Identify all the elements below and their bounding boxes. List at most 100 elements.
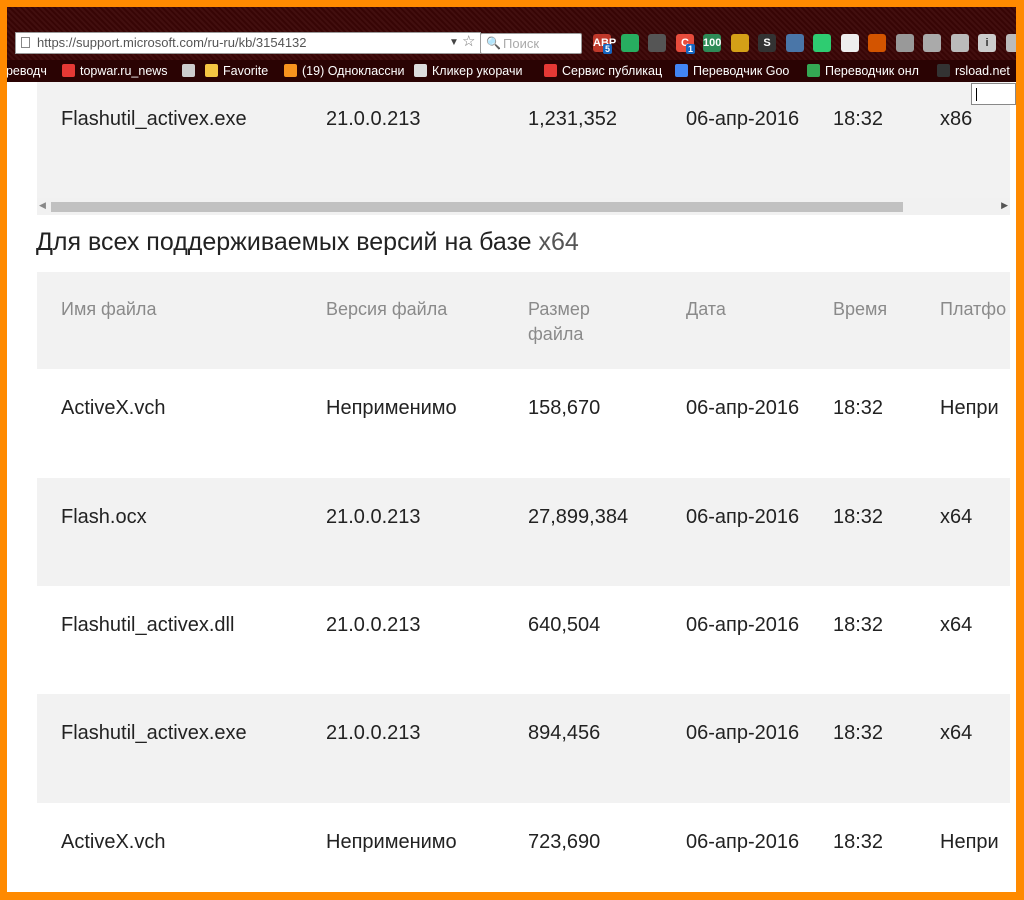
search-placeholder: Поиск [503,36,540,51]
s-extension-icon[interactable]: S [758,34,776,52]
page-content: Flashutil_activex.exe 21.0.0.213 1,231,3… [7,82,1016,892]
cell-version: 21.0.0.213 [326,614,421,636]
cell-platform: x64 [940,506,973,528]
cell-size: 894,456 [528,722,601,744]
folder-icon [205,64,218,77]
table-row: Flash.ocx 21.0.0.213 27,899,384 06-апр-2… [37,478,1010,586]
bookmark-item[interactable]: Favorite [205,60,281,82]
menu-extension-icon[interactable] [1006,34,1016,52]
bolt-icon [414,64,427,77]
s-icon [544,64,557,77]
table-row: Flashutil_activex.exe 21.0.0.213 894,456… [37,694,1010,803]
bookmark-item[interactable]: ереводч [7,60,54,82]
bookmark-item[interactable]: Переводчик онл [807,60,935,82]
section-title-text: Для всех поддерживаемых версий на базе [36,228,532,256]
cell-size: 158,670 [528,397,601,419]
bookmark-star-icon[interactable]: ☆ [462,32,475,52]
g-extension-icon[interactable] [923,34,941,52]
cell-file: Flash.ocx [61,506,147,528]
bookmark-label: topwar.ru_news [80,64,168,78]
bookmark-item[interactable] [182,60,202,82]
bookmark-item[interactable]: rsload.net [937,60,1016,82]
table-row: ActiveX.vch Неприменимо 723,690 06-апр-2… [37,803,1010,892]
info-extension-icon[interactable]: i [978,34,996,52]
horizontal-scrollbar[interactable]: ◀ ▶ [37,198,1010,215]
bookmark-item[interactable]: (19) Одноклассни [284,60,412,82]
bookmark-label: Переводчик онл [825,64,919,78]
bookmark-label: Кликер укорачи [432,64,523,78]
gear-icon[interactable] [648,34,666,52]
bookmark-item[interactable]: topwar.ru_news [62,60,180,82]
cell-platform: Непри [940,397,999,419]
address-dropdown-icon[interactable]: ▼ [449,33,459,53]
doc-extension-icon[interactable] [951,34,969,52]
cell-time: 18:32 [833,722,884,744]
section-title-arch: x64 [538,228,579,256]
cell-size: 640,504 [528,614,601,636]
cell-platform: Непри [940,831,999,853]
cell-file: Flashutil_activex.exe [61,722,247,744]
scroll-right-icon[interactable]: ▶ [1001,200,1008,211]
cell-date: 06-апр-2016 [686,506,800,528]
bookmark-label: Favorite [223,64,269,78]
cell-time: 18:32 [833,506,884,528]
cell-file: ActiveX.vch [61,397,166,419]
header-time: Время [833,299,888,319]
bookmarks-bar: ереводч topwar.ru_news Favorite (19) Однокл… [7,60,1016,82]
refresh-circle-icon[interactable] [621,34,639,52]
cell-date: 06-апр-2016 [686,831,800,853]
extension-badge: 1 [686,44,696,54]
100-extension-icon[interactable]: 100 [703,34,721,52]
scroll-left-icon[interactable]: ◀ [39,200,46,211]
address-bar[interactable]: https://support.microsoft.com/ru-ru/kb/3… [15,32,481,54]
cell-time: 18:32 [833,397,884,419]
bookmark-label: (19) Одноклассни [302,64,405,78]
plug-extension-icon[interactable] [731,34,749,52]
address-url[interactable]: https://support.microsoft.com/ru-ru/kb/3… [37,33,307,53]
browser-toolbar: https://support.microsoft.com/ru-ru/kb/3… [7,7,1016,60]
ok-icon [284,64,297,77]
cell-version: Неприменимо [326,831,457,853]
bookmark-item[interactable]: Сервис публикац [544,60,672,82]
browser-window: https://support.microsoft.com/ru-ru/kb/3… [7,7,1016,892]
cell-version: 21.0.0.213 [326,506,421,528]
text-caret [976,88,977,101]
cell-version: 21.0.0.213 [326,108,421,130]
cell-version: Неприменимо [326,397,457,419]
cell-size: 723,690 [528,831,601,853]
table-row: Flashutil_activex.dll 21.0.0.213 640,504… [37,586,1010,694]
table-row: Flashutil_activex.exe 21.0.0.213 1,231,3… [37,82,1010,198]
cell-time: 18:32 [833,831,884,853]
cell-version: 21.0.0.213 [326,722,421,744]
bookmark-item[interactable]: Кликер укорачи [414,60,542,82]
translate-icon [675,64,688,77]
page-icon [21,37,30,48]
cell-date: 06-апр-2016 [686,397,800,419]
header-file: Имя файла [61,299,157,319]
green-dot-icon[interactable] [813,34,831,52]
vk-extension-icon[interactable] [786,34,804,52]
gplay-icon [807,64,820,77]
bookmark-label: Переводчик Goo [693,64,790,78]
cookie-extension-icon[interactable] [868,34,886,52]
cell-time: 18:32 [833,614,884,636]
tools-extension-icon[interactable] [896,34,914,52]
extension-badge: 5 [603,44,613,54]
bookmark-item[interactable]: Переводчик Goo [675,60,803,82]
bookmark-label: Сервис публикац [562,64,663,78]
scrollbar-thumb[interactable] [51,202,903,212]
cell-date: 06-апр-2016 [686,722,800,744]
header-platform: Платфо [940,299,1007,319]
header-version: Версия файла [326,299,448,319]
cell-time: 18:32 [833,108,884,130]
cell-file: Flashutil_activex.dll [61,614,235,636]
cell-file: Flashutil_activex.exe [61,108,247,130]
cell-platform: x64 [940,722,973,744]
chat-extension-icon[interactable] [841,34,859,52]
search-box[interactable]: 🔍 Поиск [480,33,582,54]
cell-platform: x64 [940,614,973,636]
cell-date: 06-апр-2016 [686,108,800,130]
floating-text-input[interactable] [971,83,1016,105]
search-icon: 🔍 [486,36,501,50]
header-size: Размер файла [528,299,590,344]
